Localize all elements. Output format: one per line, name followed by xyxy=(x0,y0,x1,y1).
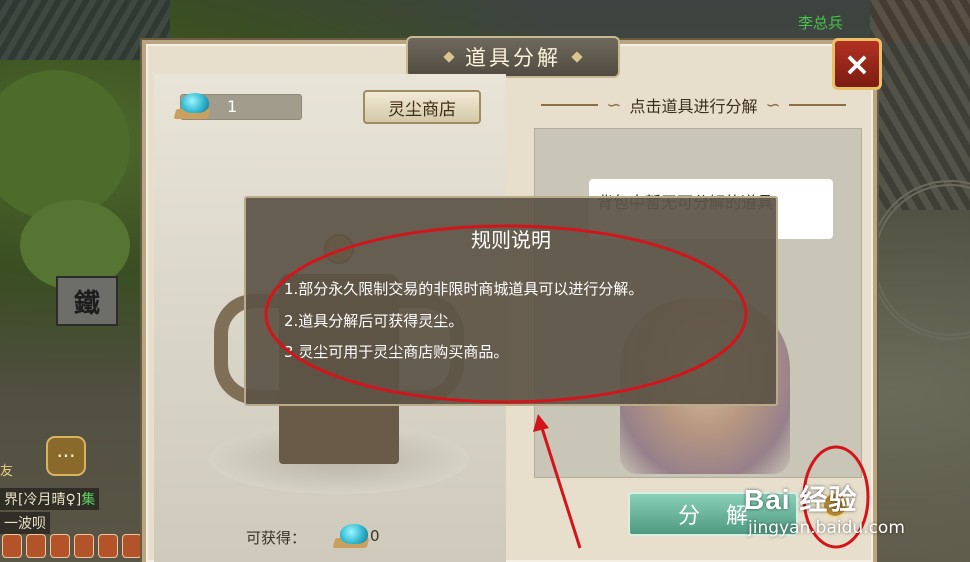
chat-extra-text: 集 xyxy=(81,492,96,508)
close-icon: × xyxy=(843,45,871,83)
diamond-ornament-icon xyxy=(443,51,455,63)
panel-title: 道具分解 xyxy=(465,46,561,70)
watermark-logo: Bai 经验 xyxy=(744,484,858,515)
chat-bubble-icon: ··· xyxy=(56,444,76,468)
pet-icon[interactable] xyxy=(74,534,94,558)
right-pane-instruction: 点击道具进行分解 xyxy=(629,97,758,116)
spirit-dust-icon xyxy=(332,524,374,552)
spirit-dust-icon xyxy=(181,93,209,113)
chat-sender-name[interactable]: [冷月晴♀] xyxy=(18,492,81,508)
pet-icon-row xyxy=(0,534,142,562)
diamond-ornament-icon xyxy=(571,51,583,63)
close-button[interactable]: × xyxy=(832,38,882,90)
scene-tree xyxy=(0,70,130,220)
obtain-label: 可获得： xyxy=(246,529,307,547)
spirit-dust-balance: 1 xyxy=(173,93,302,120)
rules-title: 规则说明 xyxy=(471,228,551,252)
divider xyxy=(788,104,847,106)
pet-icon[interactable] xyxy=(50,534,70,558)
chat-channel-tag: 界 xyxy=(4,492,18,508)
obtain-amount: 0 xyxy=(370,527,380,545)
pet-icon[interactable] xyxy=(2,534,22,558)
pet-icon[interactable] xyxy=(98,534,118,558)
baidu-jingyan-watermark: Bai 经验 jingyan.baidu.com xyxy=(744,478,944,542)
npc-name-label[interactable]: 李总兵 xyxy=(798,12,843,33)
watermark-url: jingyan.baidu.com xyxy=(748,518,905,538)
scene-roof-right xyxy=(870,0,970,210)
rules-dialog: 规则说明 1.部分永久限制交易的非限时商城道具可以进行分解。 2.道具分解后可获… xyxy=(244,196,778,406)
swirl-ornament-icon: ∽ xyxy=(606,94,622,116)
rule-line-1: 1.部分永久限制交易的非限时商城道具可以进行分解。 xyxy=(284,280,644,298)
chat-line-2: 一波呗 xyxy=(0,512,50,534)
spirit-dust-shop-button[interactable]: 灵尘商店 xyxy=(363,90,481,124)
swirl-ornament-icon: ∽ xyxy=(765,94,781,116)
right-pane-header: ∽ 点击道具进行分解 ∽ xyxy=(541,92,847,118)
pet-icon[interactable] xyxy=(26,534,46,558)
rule-line-3: 3.灵尘可用于灵尘商店购买商品。 xyxy=(284,343,509,361)
side-friend-label[interactable]: 友 xyxy=(0,460,13,479)
rule-line-2: 2.道具分解后可获得灵尘。 xyxy=(284,312,464,330)
panel-title-plate: 道具分解 xyxy=(406,36,620,78)
scene-shop-sign: 鐵 xyxy=(56,276,118,326)
pet-icon[interactable] xyxy=(122,534,142,558)
chat-bubble-button[interactable]: ··· xyxy=(46,436,86,476)
divider xyxy=(541,104,599,106)
gem-icon xyxy=(340,524,368,544)
chat-line-1: 界[冷月晴♀]集 xyxy=(0,488,100,510)
spirit-dust-amount: 1 xyxy=(227,97,238,116)
